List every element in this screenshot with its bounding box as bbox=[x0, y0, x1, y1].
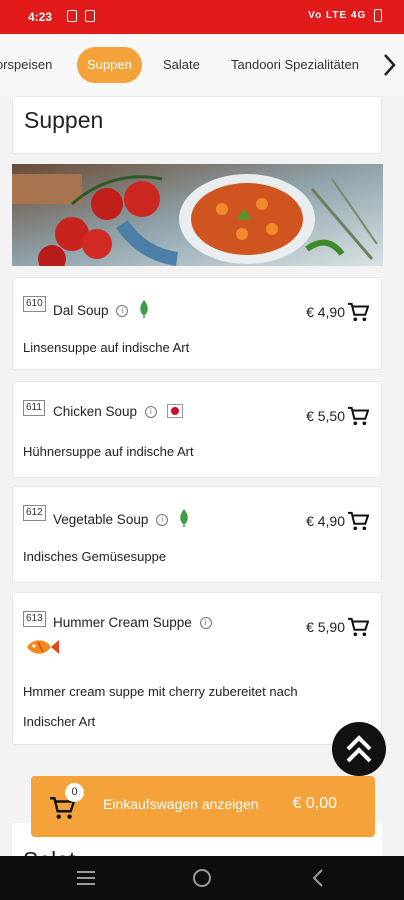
system-nav-bar bbox=[0, 856, 404, 900]
item-number: 612 bbox=[23, 505, 46, 521]
recent-apps-icon[interactable] bbox=[76, 869, 96, 887]
double-chevron-up-icon bbox=[346, 735, 372, 763]
item-price: € 5,50 bbox=[306, 408, 345, 424]
item-price: € 4,90 bbox=[306, 513, 345, 529]
item-number: 611 bbox=[23, 400, 45, 416]
item-description: Hmmer cream suppe mit cherry zubereitet … bbox=[23, 684, 298, 729]
tab-suppen[interactable]: Suppen bbox=[77, 47, 142, 83]
item-name: Chicken Soup i bbox=[53, 404, 183, 419]
tab-tandoori[interactable]: Tandoori Spezialitäten bbox=[231, 47, 359, 83]
battery-icon bbox=[374, 9, 382, 22]
section-title: Suppen bbox=[24, 107, 104, 133]
item-description: Hühnersuppe auf indische Art bbox=[23, 444, 194, 459]
item-description: Indisches Gemüsesuppe bbox=[23, 549, 167, 564]
home-icon[interactable] bbox=[192, 868, 212, 888]
info-icon[interactable]: i bbox=[156, 514, 169, 527]
soup-banner-image bbox=[12, 164, 383, 266]
view-cart-button[interactable]: 0 Einkaufswagen anzeigen € 0,00 bbox=[31, 776, 375, 837]
fish-icon bbox=[27, 640, 59, 654]
status-time: 4:23 bbox=[28, 10, 53, 24]
item-name: Hummer Cream Suppe i bbox=[53, 615, 212, 630]
menu-item-card[interactable]: 610 Dal Soup i € 4,90 Linsensuppe auf in… bbox=[12, 277, 382, 370]
section-header-card: Suppen bbox=[12, 96, 382, 154]
add-to-cart-icon[interactable] bbox=[347, 302, 369, 322]
menu-item-card[interactable]: 611 Chicken Soup i € 5,50 Hühnersuppe au… bbox=[12, 381, 382, 478]
menu-item-card[interactable]: 613 Hummer Cream Suppe i € 5,90 Hmmer cr… bbox=[12, 592, 382, 745]
cart-count-badge: 0 bbox=[65, 783, 84, 802]
info-icon[interactable]: i bbox=[144, 406, 157, 419]
item-name: Dal Soup i bbox=[53, 300, 150, 318]
notification-icon bbox=[67, 10, 77, 22]
app-notification-icon bbox=[85, 10, 95, 22]
item-price: € 4,90 bbox=[306, 304, 345, 320]
scroll-to-top-button[interactable] bbox=[332, 722, 386, 776]
menu-item-card[interactable]: 612 Vegetable Soup i € 4,90 Indisches Ge… bbox=[12, 486, 382, 583]
tab-salate[interactable]: Salate bbox=[163, 47, 200, 83]
next-section-title: Salat bbox=[23, 847, 75, 856]
item-name: Vegetable Soup i bbox=[53, 509, 190, 527]
add-to-cart-icon[interactable] bbox=[347, 511, 369, 531]
cart-label: Einkaufswagen anzeigen bbox=[103, 796, 259, 812]
item-price: € 5,90 bbox=[306, 619, 345, 635]
info-icon[interactable]: i bbox=[116, 305, 129, 318]
item-description: Linsensuppe auf indische Art bbox=[23, 340, 190, 355]
status-bar: 4:23 Vo LTE 4G bbox=[0, 0, 404, 34]
add-to-cart-icon[interactable] bbox=[347, 406, 369, 426]
status-indicators: Vo LTE 4G bbox=[308, 9, 382, 22]
category-tab-bar: Vorspeisen Suppen Salate Tandoori Spezia… bbox=[0, 34, 404, 96]
info-icon[interactable]: i bbox=[199, 617, 212, 630]
add-to-cart-icon[interactable] bbox=[347, 617, 369, 637]
item-number: 613 bbox=[23, 611, 46, 627]
item-number: 610 bbox=[23, 296, 46, 312]
chicken-icon bbox=[166, 404, 183, 418]
leaf-icon bbox=[140, 300, 148, 318]
cart-total: € 0,00 bbox=[292, 795, 337, 812]
tab-vorspeisen[interactable]: Vorspeisen bbox=[0, 47, 52, 83]
back-icon[interactable] bbox=[311, 869, 325, 887]
chevron-right-icon[interactable] bbox=[378, 48, 404, 82]
leaf-icon bbox=[180, 509, 188, 527]
